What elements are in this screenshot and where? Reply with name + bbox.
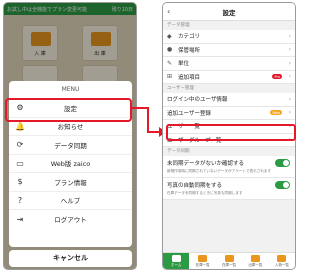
unsynced-check-toggle[interactable] xyxy=(275,158,290,167)
nav-item-receiving[interactable]: 入荷一覧 xyxy=(269,253,295,269)
row-label: カテゴリ xyxy=(178,34,201,41)
chevron-right-icon: › xyxy=(288,73,291,81)
menu-item-label: データ同期 xyxy=(54,141,87,150)
settings-row-category[interactable]: ◆ カテゴリ › xyxy=(163,30,295,44)
bottom-navigation: ホーム 在庫一覧 在庫一覧 出庫一覧 入荷一覧 xyxy=(163,252,295,269)
add-user-highlight-box xyxy=(166,124,296,141)
pencil-icon: ✎ xyxy=(167,59,173,67)
chevron-right-icon: › xyxy=(288,59,291,67)
cancel-button[interactable]: キャンセル xyxy=(9,250,132,267)
section-header-sync: データ同期 xyxy=(163,147,295,156)
nav-label: ホーム xyxy=(171,262,182,267)
currency-icon: $ xyxy=(17,177,23,187)
logout-icon: ⇥ xyxy=(16,214,24,224)
menu-item-web[interactable]: ▭ Web版 zaico xyxy=(9,155,132,173)
left-phone-screen: お試し中は全機能でプラン変更可能 残り10日 入 庫 出 庫 MENU ⚙ 設定… xyxy=(3,2,137,270)
menu-item-label: ヘルプ xyxy=(60,197,81,206)
toggle-description: 新規作成時に同期されていないデータがアラートで表示されます xyxy=(163,169,295,178)
box-icon xyxy=(277,254,287,262)
row-label: ログイン中のユーザ情報 xyxy=(167,97,228,104)
chevron-right-icon: › xyxy=(288,109,291,117)
page-title: 設定 xyxy=(222,8,236,17)
menu-item-label: プラン情報 xyxy=(54,178,87,187)
plus-square-icon: ⊞ xyxy=(167,73,173,81)
nav-label: 入荷一覧 xyxy=(274,262,289,267)
section-header-user: ユーザー管理 xyxy=(163,84,295,93)
settings-row-unit[interactable]: ✎ 単位 › xyxy=(163,57,295,71)
toggle-label: 写真の自動同期をする xyxy=(167,182,223,189)
settings-row-login-user[interactable]: ログイン中のユーザ情報 › xyxy=(163,93,295,107)
toggle-description: 在庫データを同期するときに写真も同期します xyxy=(163,191,295,200)
menu-item-plan[interactable]: $ プラン情報 xyxy=(9,173,132,192)
chevron-right-icon: › xyxy=(288,95,291,103)
settings-row-extra-fields[interactable]: ⊞ 追加項目 Pro › xyxy=(163,70,295,84)
settings-highlight-box xyxy=(5,98,132,122)
new-badge: New xyxy=(270,110,282,116)
nav-item-home[interactable]: ホーム xyxy=(163,253,190,269)
menu-item-label: ログアウト xyxy=(54,216,87,225)
pro-badge: Pro xyxy=(272,74,282,80)
menu-item-label: Web版 zaico xyxy=(50,160,91,169)
settings-header: ‹ 設定 xyxy=(163,3,295,21)
back-icon[interactable]: ‹ xyxy=(167,7,170,16)
bell-icon: 🔔 xyxy=(15,121,25,131)
nav-item-shipping[interactable]: 出庫一覧 xyxy=(242,253,268,269)
nav-item-inventory[interactable]: 在庫一覧 xyxy=(189,253,215,269)
tag-icon: ◆ xyxy=(167,32,172,40)
nav-item-inventory-2[interactable]: 在庫一覧 xyxy=(216,253,242,269)
menu-title: MENU xyxy=(9,81,132,99)
nav-label: 在庫一覧 xyxy=(195,262,210,267)
settings-row-add-user[interactable]: 追加ユーザー登録 New › xyxy=(163,106,295,120)
row-label: 単位 xyxy=(178,61,190,68)
row-label: 保管場所 xyxy=(178,47,201,54)
nav-label: 出庫一覧 xyxy=(248,262,263,267)
nav-label: 在庫一覧 xyxy=(222,262,237,267)
section-header-data: データ管理 xyxy=(163,21,295,30)
sync-icon: ⟳ xyxy=(16,140,24,150)
settings-row-location[interactable]: ● 保管場所 › xyxy=(163,43,295,57)
menu-item-help[interactable]: ? ヘルプ xyxy=(9,192,132,210)
menu-item-logout[interactable]: ⇥ ログアウト xyxy=(9,210,132,229)
menu-item-label: お知らせ xyxy=(57,123,84,132)
toggle-row-photo-sync: 写真の自動同期をする xyxy=(163,178,295,191)
chevron-right-icon: › xyxy=(288,46,291,54)
row-label: 追加項目 xyxy=(178,74,201,81)
box-icon xyxy=(224,254,234,262)
box-icon xyxy=(250,254,260,262)
location-icon: ● xyxy=(167,46,173,54)
home-icon xyxy=(171,254,181,262)
photo-sync-toggle[interactable] xyxy=(275,180,290,189)
toggle-label: 未同期データがないか確認する xyxy=(167,160,245,167)
monitor-icon: ▭ xyxy=(16,158,24,168)
box-icon xyxy=(198,254,208,262)
help-icon: ? xyxy=(17,195,23,205)
menu-item-sync[interactable]: ⟳ データ同期 xyxy=(9,136,132,155)
row-label: 追加ユーザー登録 xyxy=(167,110,211,117)
toggle-row-unsynced: 未同期データがないか確認する xyxy=(163,156,295,169)
chevron-right-icon: › xyxy=(288,32,291,40)
